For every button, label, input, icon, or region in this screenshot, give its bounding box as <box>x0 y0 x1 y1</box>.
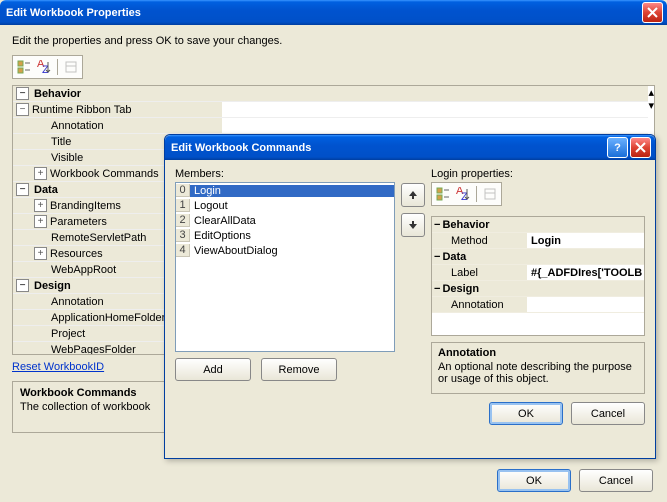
propgrid-toolbar: AZ <box>12 55 83 79</box>
expand-icon[interactable]: + <box>34 167 47 180</box>
collapse-icon[interactable]: − <box>16 183 29 196</box>
modal-cancel-button[interactable]: Cancel <box>571 402 645 425</box>
collapse-icon[interactable]: − <box>16 279 29 292</box>
modal-prop-annotation[interactable]: Annotation <box>432 297 644 313</box>
prop-runtime-ribbon-tab[interactable]: −Runtime Ribbon Tab <box>13 102 648 118</box>
collapse-icon[interactable]: − <box>16 103 29 116</box>
modal-alphabetical-button[interactable]: AZ <box>454 185 472 203</box>
categorized-button[interactable] <box>15 58 33 76</box>
modal-category-design[interactable]: −Design <box>432 281 644 297</box>
members-label: Members: <box>175 168 395 180</box>
modal-prop-label[interactable]: Label#{_ADFDIres['TOOLB <box>432 265 644 281</box>
arrow-down-icon <box>408 220 418 230</box>
modal-category-data[interactable]: −Data <box>432 249 644 265</box>
outer-cancel-button[interactable]: Cancel <box>579 469 653 492</box>
modal-title: Edit Workbook Commands <box>171 142 605 154</box>
expand-icon[interactable]: + <box>34 199 47 212</box>
alphabetical-button[interactable]: AZ <box>35 58 53 76</box>
modal-property-pages-button[interactable] <box>481 185 499 203</box>
modal-description-text: An optional note describing the purpose … <box>438 361 638 385</box>
member-item-viewaboutdialog[interactable]: 4ViewAboutDialog <box>176 243 394 258</box>
login-property-grid[interactable]: −Behavior MethodLogin −Data Label#{_ADFD… <box>431 216 645 336</box>
arrow-up-icon <box>408 190 418 200</box>
add-button[interactable]: Add <box>175 358 251 381</box>
collapse-icon[interactable]: − <box>16 87 29 100</box>
expand-icon[interactable]: + <box>34 247 47 260</box>
modal-body: Members: 0Login 1Logout 2ClearAllData 3E… <box>165 160 655 458</box>
scroll-down-icon[interactable]: ▾ <box>648 99 654 112</box>
remove-button[interactable]: Remove <box>261 358 337 381</box>
modal-category-behavior[interactable]: −Behavior <box>432 217 644 233</box>
member-item-logout[interactable]: 1Logout <box>176 198 394 213</box>
modal-close-button[interactable] <box>630 137 651 158</box>
prop-annotation[interactable]: Annotation <box>13 118 648 134</box>
modal-propgrid-toolbar: AZ <box>431 182 502 206</box>
scroll-up-icon[interactable]: ▴ <box>648 86 654 99</box>
add-remove-row: Add Remove <box>175 358 395 381</box>
login-properties-label: Login properties: <box>431 168 645 180</box>
edit-commands-dialog: Edit Workbook Commands ? Members: 0Login… <box>164 134 656 459</box>
modal-titlebar: Edit Workbook Commands ? <box>165 135 655 160</box>
property-pages-button[interactable] <box>62 58 80 76</box>
modal-prop-method[interactable]: MethodLogin <box>432 233 644 249</box>
instruction-text: Edit the properties and press OK to save… <box>12 35 655 47</box>
outer-close-button[interactable] <box>642 2 663 23</box>
move-up-button[interactable] <box>401 183 425 207</box>
outer-titlebar: Edit Workbook Properties <box>0 0 667 25</box>
members-panel: Members: 0Login 1Logout 2ClearAllData 3E… <box>175 168 395 394</box>
modal-help-button[interactable]: ? <box>607 137 628 158</box>
outer-ok-button[interactable]: OK <box>497 469 571 492</box>
move-down-button[interactable] <box>401 213 425 237</box>
modal-ok-button[interactable]: OK <box>489 402 563 425</box>
outer-button-row: OK Cancel <box>497 469 653 492</box>
members-listbox[interactable]: 0Login 1Logout 2ClearAllData 3EditOption… <box>175 182 395 352</box>
modal-categorized-button[interactable] <box>434 185 452 203</box>
member-item-editoptions[interactable]: 3EditOptions <box>176 228 394 243</box>
login-properties-panel: Login properties: AZ −Behavior Metho <box>431 168 645 394</box>
modal-button-row: OK Cancel <box>175 402 645 425</box>
modal-description-pane: Annotation An optional note describing t… <box>431 342 645 394</box>
reorder-arrows <box>401 183 425 394</box>
expand-icon[interactable]: + <box>34 215 47 228</box>
member-item-clearalldata[interactable]: 2ClearAllData <box>176 213 394 228</box>
member-item-login[interactable]: 0Login <box>176 183 394 198</box>
category-behavior[interactable]: −Behavior <box>13 86 648 102</box>
outer-title: Edit Workbook Properties <box>6 7 640 19</box>
reset-workbook-id-link[interactable]: Reset WorkbookID <box>12 361 104 373</box>
modal-description-title: Annotation <box>438 347 638 359</box>
